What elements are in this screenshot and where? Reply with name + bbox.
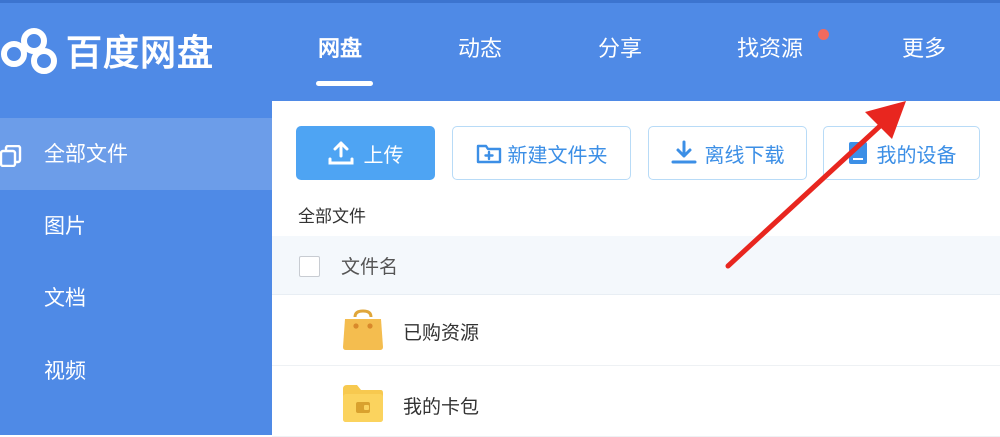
annotation-arrow-icon: [725, 101, 906, 269]
